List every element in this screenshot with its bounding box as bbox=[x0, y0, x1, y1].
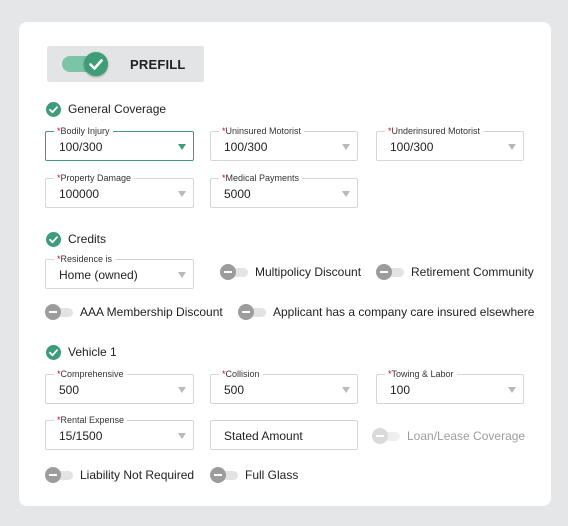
check-icon bbox=[89, 59, 103, 70]
aaa-membership-toggle[interactable]: AAA Membership Discount bbox=[45, 304, 223, 320]
field-value: 5000 bbox=[224, 187, 251, 201]
field-value: 100/300 bbox=[390, 140, 434, 154]
bodily-injury-select[interactable]: *Bodily Injury 100/300 bbox=[45, 125, 194, 161]
toggle-switch[interactable] bbox=[376, 264, 405, 280]
prefill-toggle[interactable]: PREFILL bbox=[47, 46, 204, 82]
liability-not-required-toggle[interactable]: Liability Not Required bbox=[45, 467, 194, 483]
prefill-knob bbox=[84, 52, 108, 76]
loan-lease-coverage-toggle[interactable]: Loan/Lease Coverage bbox=[372, 428, 525, 444]
field-label: *Collision bbox=[219, 368, 263, 380]
chevron-down-icon bbox=[342, 387, 350, 393]
stated-amount-input[interactable]: Stated Amount bbox=[210, 420, 358, 450]
field-label: *Bodily Injury bbox=[54, 125, 113, 137]
towing-labor-select[interactable]: *Towing & Labor 100 bbox=[376, 368, 524, 404]
section-general-coverage: General Coverage bbox=[46, 101, 166, 117]
check-circle-icon bbox=[46, 344, 61, 360]
toggle-label: Liability Not Required bbox=[80, 468, 195, 482]
underinsured-motorist-select[interactable]: *Underinsured Motorist 100/300 bbox=[376, 125, 524, 161]
residence-select[interactable]: *Residence is Home (owned) bbox=[45, 253, 194, 289]
field-value: Stated Amount bbox=[224, 429, 303, 443]
comprehensive-select[interactable]: *Comprehensive 500 bbox=[45, 368, 194, 404]
field-value: 100/300 bbox=[224, 140, 268, 154]
field-label: *Comprehensive bbox=[54, 368, 127, 380]
collision-select[interactable]: *Collision 500 bbox=[210, 368, 358, 404]
prefill-label: PREFILL bbox=[130, 57, 186, 72]
chevron-down-icon bbox=[178, 191, 186, 197]
section-vehicle-1: Vehicle 1 bbox=[46, 344, 117, 360]
toggle-switch[interactable] bbox=[372, 428, 401, 444]
field-value: 500 bbox=[224, 383, 245, 397]
toggle-label: AAA Membership Discount bbox=[80, 305, 223, 319]
section-title: Vehicle 1 bbox=[68, 345, 117, 359]
toggle-label: Retirement Community bbox=[411, 265, 534, 279]
field-value: 100 bbox=[390, 383, 411, 397]
chevron-down-icon bbox=[178, 433, 186, 439]
toggle-switch[interactable] bbox=[210, 467, 239, 483]
chevron-down-icon bbox=[178, 387, 186, 393]
field-label: *Towing & Labor bbox=[385, 368, 457, 380]
field-value: 15/1500 bbox=[59, 429, 103, 443]
property-damage-select[interactable]: *Property Damage 100000 bbox=[45, 172, 194, 208]
section-title: General Coverage bbox=[68, 102, 167, 116]
check-circle-icon bbox=[46, 231, 61, 247]
chevron-down-icon bbox=[508, 144, 516, 150]
full-glass-toggle[interactable]: Full Glass bbox=[210, 467, 298, 483]
toggle-switch[interactable] bbox=[220, 264, 249, 280]
field-label: *Medical Payments bbox=[219, 172, 303, 184]
chevron-down-icon bbox=[178, 144, 186, 150]
toggle-switch[interactable] bbox=[45, 304, 74, 320]
toggle-label: Loan/Lease Coverage bbox=[407, 429, 526, 443]
chevron-down-icon bbox=[342, 144, 350, 150]
uninsured-motorist-select[interactable]: *Uninsured Motorist 100/300 bbox=[210, 125, 358, 161]
chevron-down-icon bbox=[342, 191, 350, 197]
field-value: 500 bbox=[59, 383, 80, 397]
chevron-down-icon bbox=[508, 387, 516, 393]
field-label: *Property Damage bbox=[54, 172, 135, 184]
field-label: *Underinsured Motorist bbox=[385, 125, 484, 137]
check-circle-icon bbox=[46, 101, 61, 117]
field-value: 100/300 bbox=[59, 140, 103, 154]
field-label: *Uninsured Motorist bbox=[219, 125, 305, 137]
section-title: Credits bbox=[68, 232, 107, 246]
toggle-label: Multipolicy Discount bbox=[255, 265, 362, 279]
field-label: *Rental Expense bbox=[54, 414, 128, 426]
field-label: *Residence is bbox=[54, 253, 116, 265]
chevron-down-icon bbox=[178, 272, 186, 278]
multipolicy-discount-toggle[interactable]: Multipolicy Discount bbox=[220, 264, 361, 280]
retirement-community-toggle[interactable]: Retirement Community bbox=[376, 264, 534, 280]
section-credits: Credits bbox=[46, 231, 106, 247]
rental-expense-select[interactable]: *Rental Expense 15/1500 bbox=[45, 414, 194, 450]
toggle-label: Applicant has a company care insured els… bbox=[273, 305, 535, 319]
toggle-switch[interactable] bbox=[45, 467, 74, 483]
medical-payments-select[interactable]: *Medical Payments 5000 bbox=[210, 172, 358, 208]
field-value: Home (owned) bbox=[59, 268, 138, 282]
applicant-insured-elsewhere-toggle[interactable]: Applicant has a company care insured els… bbox=[238, 304, 534, 320]
toggle-label: Full Glass bbox=[245, 468, 299, 482]
field-value: 100000 bbox=[59, 187, 100, 201]
toggle-switch[interactable] bbox=[238, 304, 267, 320]
